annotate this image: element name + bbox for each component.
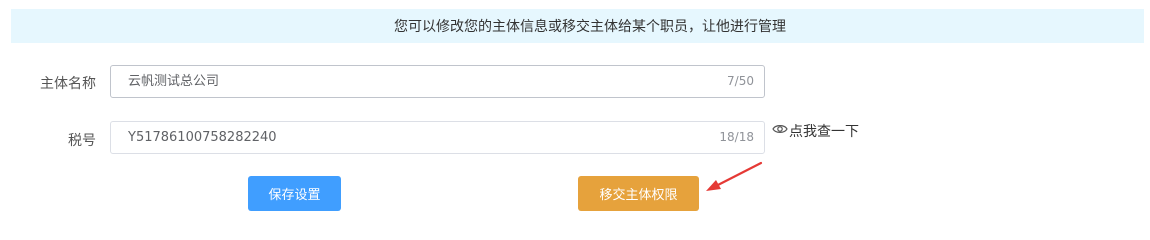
red-arrow-icon	[700, 160, 764, 198]
save-settings-button[interactable]: 保存设置	[248, 176, 341, 211]
entity-name-label: 主体名称	[40, 76, 96, 92]
notice-text: 您可以修改您的主体信息或移交主体给某个职员，让他进行管理	[394, 19, 786, 35]
tax-id-label: 税号	[68, 133, 96, 149]
save-settings-button-label: 保存设置	[268, 188, 321, 203]
entity-name-char-count: 7/50	[727, 74, 754, 88]
entity-name-input[interactable]: 云帆测试总公司 7/50	[110, 65, 765, 98]
tax-lookup-link-label: 点我查一下	[789, 124, 859, 140]
eye-icon	[772, 123, 789, 139]
transfer-entity-button[interactable]: 移交主体权限	[578, 176, 699, 211]
tax-id-input[interactable]: Y51786100758282240 18/18	[110, 121, 765, 154]
tax-id-char-count: 18/18	[719, 130, 754, 144]
info-notice: 您可以修改您的主体信息或移交主体给某个职员，让他进行管理	[11, 9, 1144, 43]
entity-settings-page: 您可以修改您的主体信息或移交主体给某个职员，让他进行管理 主体名称 云帆测试总公…	[0, 0, 1150, 226]
tax-lookup-link[interactable]: 点我查一下	[772, 121, 859, 141]
entity-name-value: 云帆测试总公司	[128, 74, 220, 89]
tax-id-value: Y51786100758282240	[128, 130, 277, 145]
transfer-entity-button-label: 移交主体权限	[599, 188, 678, 203]
